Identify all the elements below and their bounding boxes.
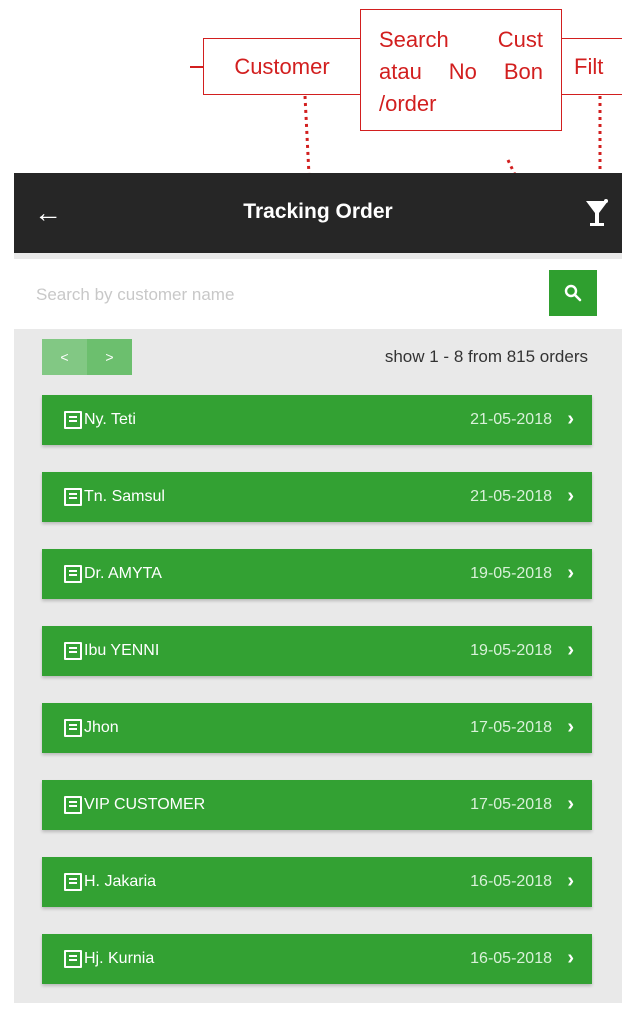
order-date: 17-05-2018 [470,796,552,813]
order-icon [64,873,82,891]
order-count-label: show 1 - 8 from 815 orders [384,347,588,366]
order-date: 16-05-2018 [470,873,552,890]
order-customer-name: VIP CUSTOMER [84,796,206,813]
order-item[interactable]: VIP CUSTOMER 17-05-2018 › [42,780,592,830]
app-screen: ← Tracking Order < > show 1 - 8 from 815… [14,173,622,1003]
chevron-right-icon: › [567,639,574,661]
order-customer-name: Ny. Teti [84,411,136,428]
search-bar [14,259,622,329]
page-title: Tracking Order [243,200,393,223]
chevron-right-icon: › [567,870,574,892]
order-icon [64,642,82,660]
order-item[interactable]: H. Jakaria 16-05-2018 › [42,857,592,907]
order-item[interactable]: Tn. Samsul 21-05-2018 › [42,472,592,522]
order-item[interactable]: Dr. AMYTA 19-05-2018 › [42,549,592,599]
order-date: 17-05-2018 [470,719,552,736]
prev-page-button[interactable]: < [42,339,87,375]
order-date: 19-05-2018 [470,565,552,582]
app-bar: ← Tracking Order [14,173,622,253]
search-icon [564,284,582,302]
order-date: 21-05-2018 [470,488,552,505]
order-date: 19-05-2018 [470,642,552,659]
order-item[interactable]: Ibu YENNI 19-05-2018 › [42,626,592,676]
order-icon [64,796,82,814]
order-icon [64,565,82,583]
order-customer-name: Hj. Kurnia [84,950,155,967]
order-customer-name: Tn. Samsul [84,488,165,505]
search-button[interactable] [549,270,597,316]
order-date: 16-05-2018 [470,950,552,967]
chevron-right-icon: › [567,716,574,738]
order-item[interactable]: Hj. Kurnia 16-05-2018 › [42,934,592,984]
order-item[interactable]: Ny. Teti 21-05-2018 › [42,395,592,445]
order-icon [64,411,82,429]
order-list: Ny. Teti 21-05-2018 › Tn. Samsul 21-05-2018… [42,395,592,1011]
chevron-right-icon: › [567,562,574,584]
next-page-button[interactable]: > [87,339,132,375]
pagination: < > [42,339,132,375]
chevron-right-icon: › [567,485,574,507]
chevron-right-icon: › [567,408,574,430]
search-input[interactable] [34,279,538,311]
order-customer-name: Dr. AMYTA [84,565,162,582]
order-customer-name: Jhon [84,719,119,736]
chevron-right-icon: › [567,793,574,815]
order-date: 21-05-2018 [470,411,552,428]
order-customer-name: H. Jakaria [84,873,157,890]
filter-icon[interactable] [582,197,612,229]
order-item[interactable]: Jhon 17-05-2018 › [42,703,592,753]
chevron-right-icon: › [567,947,574,969]
order-customer-name: Ibu YENNI [84,642,160,659]
order-icon [64,488,82,506]
order-icon [64,719,82,737]
order-icon [64,950,82,968]
